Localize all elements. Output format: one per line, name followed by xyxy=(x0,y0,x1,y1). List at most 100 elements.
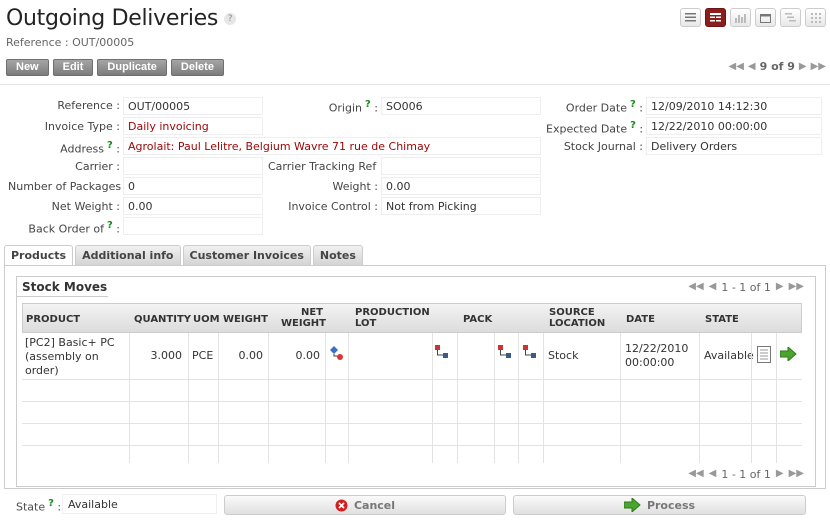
next-page-icon[interactable]: ▶ xyxy=(776,281,784,294)
expected-date-field[interactable]: 12/22/2010 00:00:00 xyxy=(646,117,822,135)
order-date-label-text: Order Date xyxy=(565,101,627,115)
column-header-uom[interactable]: UOM xyxy=(193,314,220,325)
page-range: 1 - 1 of 1 xyxy=(721,281,771,294)
duplicate-button[interactable]: Duplicate xyxy=(97,59,167,76)
cancel-icon xyxy=(335,499,348,511)
origin-field[interactable]: SO006 xyxy=(381,97,541,115)
reference-field[interactable]: OUT/00005 xyxy=(123,97,263,115)
record-reference: Reference : OUT/00005 xyxy=(6,36,135,49)
gantt-view-icon[interactable] xyxy=(780,8,801,27)
column-header-product[interactable]: PRODUCT xyxy=(26,314,80,325)
tab-products[interactable]: Products xyxy=(4,245,74,266)
kanban-view-icon[interactable] xyxy=(805,8,826,27)
tab-customer-invoices[interactable]: Customer Invoices xyxy=(182,245,311,265)
num-packages-label: Number of Packages : xyxy=(8,180,129,193)
divider xyxy=(518,333,519,463)
edit-button[interactable]: Edit xyxy=(52,59,94,76)
divider xyxy=(268,333,269,463)
column-header-weight[interactable]: WEIGHT xyxy=(223,314,268,325)
address-label-text: Address xyxy=(60,142,104,156)
first-page-icon[interactable]: ◀◀ xyxy=(688,468,703,481)
process-arrow-icon[interactable] xyxy=(779,345,797,364)
help-icon[interactable]: ? xyxy=(630,120,636,131)
weight-cell: 0.00 xyxy=(238,349,264,362)
address-label: Address? : xyxy=(60,140,120,156)
column-header-date[interactable]: DATE xyxy=(626,314,655,325)
move-pack-icon[interactable] xyxy=(523,345,537,364)
help-icon[interactable]: ? xyxy=(630,99,636,110)
form-view-icon[interactable] xyxy=(705,8,726,27)
previous-page-icon[interactable]: ◀ xyxy=(709,281,717,294)
stock-moves-title: Stock Moves xyxy=(22,280,108,294)
invoice-control-field[interactable]: Not from Picking xyxy=(381,197,541,215)
table-row[interactable]: [PC2] Basic+ PC (assembly on order) 3.00… xyxy=(22,333,802,380)
carrier-label: Carrier : xyxy=(75,160,120,173)
split-lot-icon[interactable] xyxy=(329,345,343,364)
help-icon[interactable]: ? xyxy=(107,140,113,151)
carrier-tracking-field[interactable] xyxy=(381,157,541,175)
weight-field[interactable]: 0.00 xyxy=(381,177,541,195)
source-location-cell: Stock xyxy=(548,349,579,362)
address-field[interactable]: Agrolait: Paul Lelitre, Belgium Wavre 71… xyxy=(123,137,541,155)
first-page-icon[interactable]: ◀◀ xyxy=(688,281,703,294)
previous-page-icon[interactable]: ◀ xyxy=(709,468,717,481)
process-button[interactable]: Process xyxy=(513,495,806,515)
divider xyxy=(0,84,830,85)
state-label: State? : xyxy=(16,498,62,514)
stock-journal-field[interactable]: Delivery Orders xyxy=(646,137,822,155)
tab-notes[interactable]: Notes xyxy=(312,245,363,265)
help-icon[interactable]: ? xyxy=(224,13,237,25)
column-header-production-lot[interactable]: PRODUCTION LOT xyxy=(355,307,430,329)
graph-view-icon[interactable] xyxy=(730,8,751,27)
last-page-icon[interactable]: ▶▶ xyxy=(789,468,804,481)
num-packages-field[interactable]: 0 xyxy=(123,177,263,195)
help-icon[interactable]: ? xyxy=(107,220,113,231)
process-label: Process xyxy=(646,498,696,512)
back-order-label-text: Back Order of xyxy=(28,222,104,236)
column-header-text: LOCATION xyxy=(549,318,606,329)
back-order-field[interactable] xyxy=(123,217,263,235)
net-weight-label: Net Weight : xyxy=(51,200,120,213)
cancel-button[interactable]: Cancel xyxy=(224,495,506,515)
last-record-icon[interactable]: ▶▶ xyxy=(811,61,826,72)
table-row xyxy=(22,424,802,446)
cancel-label: Cancel xyxy=(353,498,396,512)
order-date-field[interactable]: 12/09/2010 14:12:30 xyxy=(646,97,822,115)
move-pack-icon[interactable] xyxy=(435,345,449,364)
delete-button[interactable]: Delete xyxy=(170,59,224,76)
column-header-source-location[interactable]: SOURCE LOCATION xyxy=(549,307,605,329)
new-button[interactable]: New xyxy=(6,59,49,76)
carrier-field[interactable] xyxy=(123,157,263,175)
product-name-line: (assembly on xyxy=(25,350,99,363)
process-arrow-icon xyxy=(623,498,641,512)
column-header-quantity[interactable]: QUANTITY xyxy=(134,314,191,325)
column-header-state[interactable]: STATE xyxy=(705,314,739,325)
invoice-type-field[interactable]: Daily invoicing xyxy=(123,117,263,135)
net-weight-field[interactable]: 0.00 xyxy=(123,197,263,215)
help-icon[interactable]: ? xyxy=(365,99,371,110)
document-icon[interactable] xyxy=(757,346,771,366)
carrier-tracking-label: Carrier Tracking Ref : xyxy=(268,160,384,173)
tab-additional-info[interactable]: Additional info xyxy=(75,245,181,265)
help-icon[interactable]: ? xyxy=(48,498,54,509)
column-header-pack[interactable]: PACK xyxy=(463,314,492,325)
calendar-view-icon[interactable] xyxy=(755,8,776,27)
list-view-icon[interactable] xyxy=(680,8,701,27)
first-record-icon[interactable]: ◀◀ xyxy=(729,61,744,72)
next-page-icon[interactable]: ▶ xyxy=(776,468,784,481)
divider xyxy=(620,333,621,463)
page-title-text: Outgoing Deliveries xyxy=(6,6,219,31)
view-switcher xyxy=(680,8,826,27)
column-header-net-weight[interactable]: NET WEIGHT xyxy=(281,307,326,329)
last-page-icon[interactable]: ▶▶ xyxy=(789,281,804,294)
action-toolbar: New Edit Duplicate Delete xyxy=(6,59,224,76)
column-header-text: WEIGHT xyxy=(281,318,326,329)
quantity-cell: 3.000 xyxy=(150,349,183,362)
move-pack-icon[interactable] xyxy=(498,345,512,364)
date-line: 12/22/2010 xyxy=(625,342,689,355)
next-record-icon[interactable]: ▶ xyxy=(799,61,807,72)
invoice-type-label: Invoice Type : xyxy=(44,120,120,133)
state-label-text: State xyxy=(16,500,46,514)
page-range: 1 - 1 of 1 xyxy=(721,468,771,481)
previous-record-icon[interactable]: ◀ xyxy=(748,61,756,72)
